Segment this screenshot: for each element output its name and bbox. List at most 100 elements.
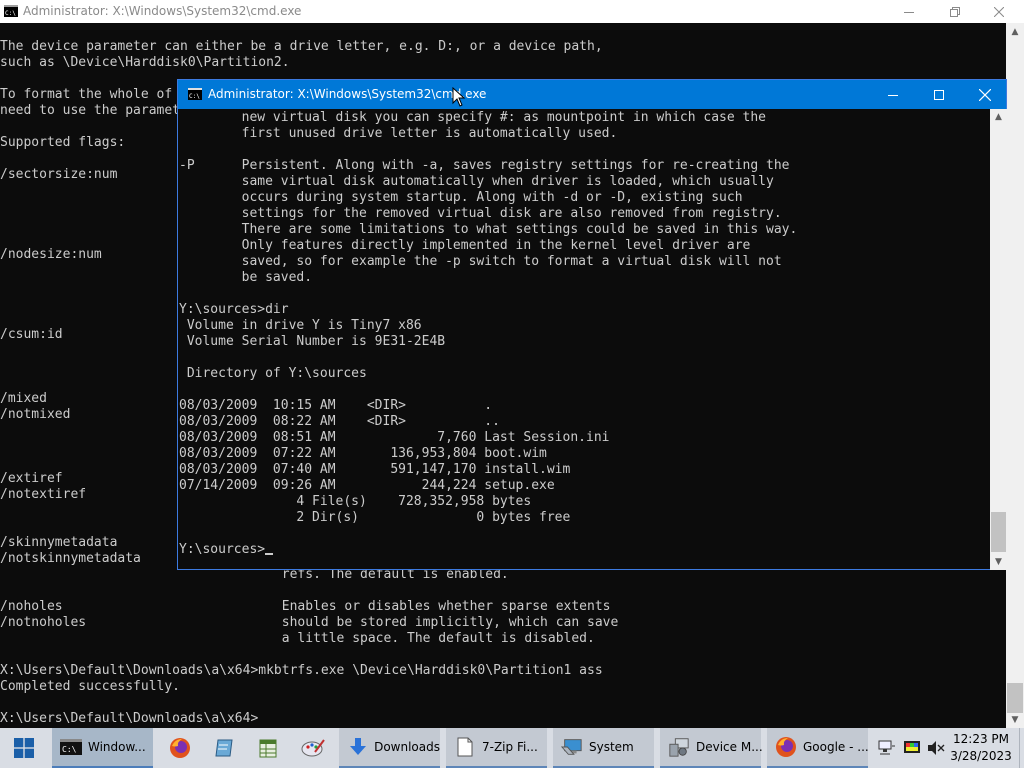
- tray-network-icon[interactable]: [876, 728, 898, 768]
- device-manager-icon: [668, 736, 690, 758]
- console-line: settings for the removed virtual disk ar…: [179, 206, 782, 221]
- minimize-icon: [904, 11, 914, 13]
- console-line: Only features directly implemented in th…: [179, 238, 751, 253]
- console-line: 08/03/2009 07:40 AM 591,147,170 install.…: [179, 462, 571, 477]
- taskbar-app-cmd[interactable]: C:\ Window...: [52, 728, 153, 768]
- console-line: such as \Device\Harddisk0\Partition2.: [0, 55, 290, 70]
- notepad-icon: [215, 739, 233, 757]
- paint-icon: [301, 739, 325, 757]
- console-line: /notnoholes should be stored implicitly,…: [0, 615, 619, 630]
- taskbar-pinned-paint[interactable]: [292, 728, 334, 768]
- scroll-up-arrow-icon[interactable]: ▲: [1006, 27, 1024, 37]
- cmd-icon: C:\: [60, 736, 82, 758]
- console-line: 08/03/2009 08:51 AM 7,760 Last Session.i…: [179, 430, 610, 445]
- command-prompt: Y:\sources>: [179, 542, 266, 557]
- mouse-pointer-icon: [452, 87, 466, 107]
- foreground-window-title: Administrator: X:\Windows\System32\cmd.e…: [208, 87, 487, 101]
- taskbar-app-7zip[interactable]: 7-Zip Fi...: [446, 728, 547, 768]
- windows-logo-icon: [14, 738, 34, 758]
- tray-clock[interactable]: 12:23 PM 3/28/2023: [945, 731, 1017, 765]
- taskbar: C:\ Window... Downloads 7-Zip Fi... Syst…: [0, 728, 1024, 768]
- taskbar-pinned-spreadsheet[interactable]: [248, 728, 288, 768]
- taskbar-app-label: System: [589, 740, 634, 754]
- console-line: /noholes Enables or disables whether spa…: [0, 599, 611, 614]
- taskbar-app-firefox-google[interactable]: Google - ...: [767, 728, 869, 768]
- background-window-titlebar[interactable]: C:\ Administrator: X:\Windows\System32\c…: [0, 0, 1024, 23]
- console-line: be saved.: [179, 270, 313, 285]
- console-text: new virtual disk you can specify #: as m…: [179, 110, 989, 542]
- console-line: -P Persistent. Along with -a, saves regi…: [179, 158, 790, 173]
- console-line: first unused drive letter is automatical…: [179, 126, 618, 141]
- minimize-icon: [888, 94, 898, 96]
- taskbar-pinned-notepad[interactable]: [204, 728, 244, 768]
- minimize-button[interactable]: [870, 80, 916, 109]
- start-button[interactable]: [0, 728, 48, 768]
- background-scrollbar[interactable]: ▲ ▼: [1006, 23, 1024, 728]
- taskbar-app-system[interactable]: System: [553, 728, 654, 768]
- console-line: Y:\sources>dir: [179, 302, 289, 317]
- taskbar-app-label: Downloads: [374, 740, 440, 754]
- close-icon: [994, 6, 1004, 17]
- close-button[interactable]: [976, 0, 1022, 23]
- console-line: saved, so for example the -p switch to f…: [179, 254, 782, 269]
- taskbar-app-label: Window...: [88, 740, 146, 754]
- cmd-icon: C:\: [188, 88, 202, 103]
- clock-date: 3/28/2023: [950, 749, 1012, 763]
- console-line: Completed successfully.: [0, 679, 181, 694]
- console-line: 2 Dir(s) 0 bytes free: [179, 510, 571, 525]
- restore-button[interactable]: [932, 0, 978, 23]
- restore-icon: [950, 6, 960, 17]
- tray-display-icon[interactable]: [901, 728, 923, 768]
- console-line: 4 File(s) 728,352,958 bytes: [179, 494, 532, 509]
- console-line: 07/14/2009 09:26 AM 244,224 setup.exe: [179, 478, 555, 493]
- taskbar-app-device-manager[interactable]: Device M...: [660, 728, 763, 768]
- taskbar-pinned-firefox[interactable]: [160, 728, 200, 768]
- tray-volume-muted-icon[interactable]: [925, 728, 947, 768]
- system-icon: [561, 736, 583, 758]
- scrollbar-thumb[interactable]: [1007, 683, 1023, 713]
- console-line: 08/03/2009 08:22 AM <DIR> ..: [179, 414, 500, 429]
- close-button[interactable]: [962, 80, 1008, 109]
- console-line: X:\Users\Default\Downloads\a\x64>: [0, 711, 259, 726]
- background-window-title: Administrator: X:\Windows\System32\cmd.e…: [23, 4, 302, 18]
- scroll-up-arrow-icon[interactable]: ▲: [990, 112, 1007, 122]
- taskbar-app-downloads[interactable]: Downloads: [339, 728, 440, 768]
- svg-text:C:\: C:\: [5, 10, 16, 17]
- firefox-icon: [170, 738, 190, 758]
- scroll-down-arrow-icon[interactable]: ▼: [1006, 715, 1024, 725]
- console-line: The device parameter can either be a dri…: [0, 39, 603, 54]
- foreground-console-window[interactable]: C:\ Administrator: X:\Windows\System32\c…: [177, 79, 1007, 570]
- console-line: same virtual disk automatically when dri…: [179, 174, 774, 189]
- clock-time: 12:23 PM: [953, 732, 1009, 746]
- foreground-console-output[interactable]: new virtual disk you can specify #: as m…: [179, 110, 989, 570]
- close-icon: [979, 88, 991, 101]
- foreground-window-titlebar[interactable]: C:\ Administrator: X:\Windows\System32\c…: [178, 80, 1006, 109]
- scrollbar-thumb[interactable]: [991, 512, 1006, 552]
- console-line: X:\Users\Default\Downloads\a\x64>mkbtrfs…: [0, 663, 603, 678]
- foreground-scrollbar[interactable]: ▲ ▼: [990, 109, 1007, 570]
- document-icon: [454, 736, 476, 758]
- console-line: a little space. The default is disabled.: [0, 631, 595, 646]
- minimize-button[interactable]: [886, 0, 932, 23]
- taskbar-app-label: Google - ...: [803, 740, 869, 754]
- console-line: 08/03/2009 10:15 AM <DIR> .: [179, 398, 493, 413]
- console-line: There are some limitations to what setti…: [179, 222, 798, 237]
- cmd-icon: C:\: [4, 5, 18, 20]
- show-desktop-button[interactable]: [1019, 728, 1024, 768]
- svg-text:C:\: C:\: [62, 745, 77, 754]
- firefox-icon: [775, 736, 797, 758]
- download-arrow-icon: [347, 736, 368, 758]
- console-line: Volume in drive Y is Tiny7 x86: [179, 318, 422, 333]
- scroll-down-arrow-icon[interactable]: ▼: [990, 557, 1007, 567]
- taskbar-app-label: Device M...: [696, 740, 763, 754]
- text-cursor: [265, 553, 274, 555]
- maximize-button[interactable]: [916, 80, 962, 109]
